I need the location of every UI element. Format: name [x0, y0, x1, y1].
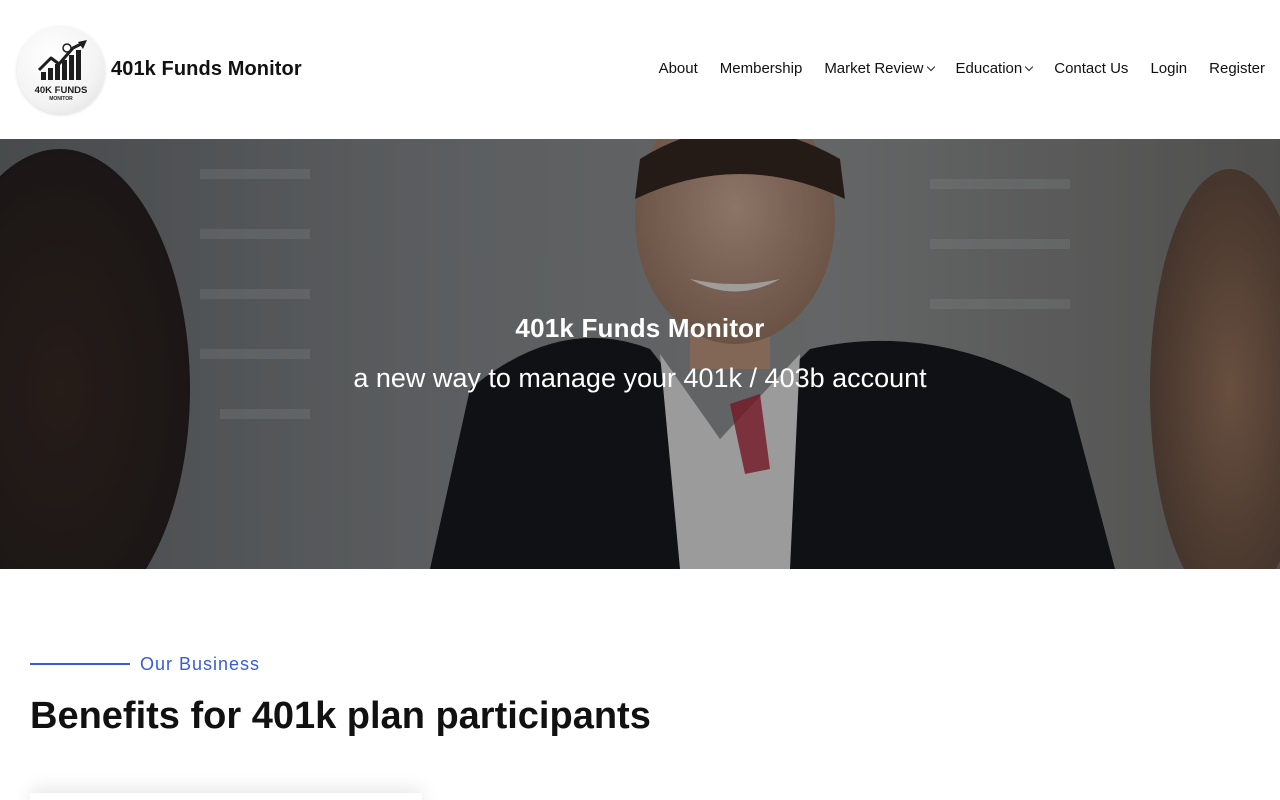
nav-label: Market Review	[824, 60, 924, 77]
nav-label: Login	[1150, 60, 1188, 77]
nav-item-market-review[interactable]: Market Review	[824, 60, 935, 77]
site-logo[interactable]: 40K FUNDS MONITOR	[17, 26, 105, 114]
eyebrow-divider	[30, 663, 130, 665]
section-title: Benefits for 401k plan participants	[30, 695, 651, 737]
hero-overlay	[0, 139, 1280, 569]
nav-label: Membership	[719, 60, 803, 77]
site-title[interactable]: 401k Funds Monitor	[111, 58, 302, 81]
site-header: 40K FUNDS MONITOR 401k Funds Monitor Abo…	[0, 0, 1280, 139]
hero-banner: 401k Funds Monitor a new way to manage y…	[0, 139, 1280, 569]
nav-item-membership[interactable]: Membership	[720, 60, 803, 77]
hero-title: 401k Funds Monitor	[515, 313, 765, 343]
logo-text-line2: MONITOR	[49, 96, 73, 102]
nav-item-about[interactable]: About	[659, 60, 698, 77]
chart-arrow-logo-icon: 40K FUNDS MONITOR	[35, 40, 88, 102]
nav-item-education[interactable]: Education	[955, 60, 1034, 77]
section-eyebrow: Our Business	[140, 654, 261, 674]
benefit-card	[30, 793, 422, 800]
nav-label: About	[658, 60, 698, 77]
nav-label: Contact Us	[1054, 60, 1129, 77]
main-nav: About Membership Market Review Education…	[637, 60, 1265, 77]
chevron-down-icon	[1024, 62, 1034, 71]
nav-item-register[interactable]: Register	[1209, 60, 1265, 77]
nav-item-login[interactable]: Login	[1150, 60, 1187, 77]
nav-label: Register	[1209, 60, 1265, 77]
logo-text-line1: 40K FUNDS	[35, 85, 88, 96]
nav-item-contact-us[interactable]: Contact Us	[1054, 60, 1128, 77]
chevron-down-icon	[926, 62, 935, 71]
nav-label: Education	[955, 60, 1023, 77]
hero-subtitle: a new way to manage your 401k / 403b acc…	[353, 363, 927, 393]
